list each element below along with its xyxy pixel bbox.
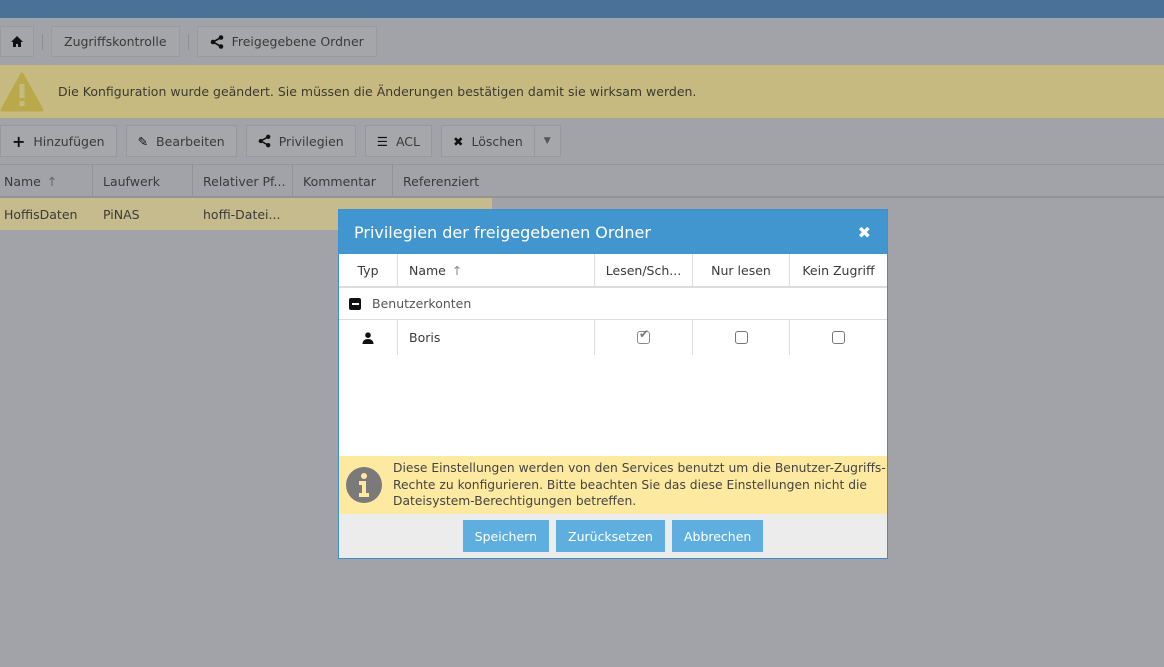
column-typ[interactable]: Typ xyxy=(339,254,398,286)
collapse-icon[interactable] xyxy=(349,297,361,310)
home-button[interactable] xyxy=(0,26,34,57)
x-icon: ✖ xyxy=(452,133,464,149)
group-label: Benutzerkonten xyxy=(372,296,472,311)
cell-path: hoffi-Datei... xyxy=(203,206,281,222)
banner-text: Die Konfiguration wurde geändert. Sie mü… xyxy=(58,84,697,99)
column-label: Laufwerk xyxy=(103,173,161,189)
pencil-icon: ✎ xyxy=(137,133,149,149)
cell-drive: PiNAS xyxy=(103,206,140,222)
column-no-access[interactable]: Kein Zugriff xyxy=(790,254,887,286)
sort-asc-icon: ↑ xyxy=(451,262,463,278)
column-label: Name xyxy=(409,262,446,278)
add-label: Hinzufügen xyxy=(33,133,105,149)
acl-button[interactable]: ☰ ACL xyxy=(364,125,432,157)
edit-label: Bearbeiten xyxy=(156,133,225,149)
column-label: Referenziert xyxy=(403,173,480,189)
divider xyxy=(42,33,43,50)
caret-down-icon: ▼ xyxy=(543,136,551,146)
save-button[interactable]: Speichern xyxy=(462,520,550,552)
reset-button[interactable]: Zurücksetzen xyxy=(556,520,665,552)
dialog-title: Privilegien der freigegebenen Ordner xyxy=(354,222,651,242)
breadcrumb-label: Zugriffskontrolle xyxy=(64,34,167,49)
privileges-table-header: Typ Name ↑ Lesen/Sch... Nur lesen Kein Zu… xyxy=(339,254,887,288)
sort-asc-icon: ↑ xyxy=(46,173,58,189)
user-icon xyxy=(362,331,374,344)
column-label: Name xyxy=(4,173,41,189)
delete-label: Löschen xyxy=(471,133,523,149)
group-row[interactable]: Benutzerkonten xyxy=(339,288,887,320)
column-label: Lesen/Sch... xyxy=(605,262,682,278)
config-changed-banner: Die Konfiguration wurde geändert. Sie mü… xyxy=(0,65,1164,118)
info-text: Diese Einstellungen werden von den Servi… xyxy=(393,461,886,509)
column-label: Nur lesen xyxy=(711,262,771,278)
column-name[interactable]: Name ↑ xyxy=(398,254,595,286)
read-only-checkbox[interactable] xyxy=(693,320,790,355)
add-button[interactable]: + Hinzufügen xyxy=(0,125,117,157)
breadcrumb-zugriffskontrolle[interactable]: Zugriffskontrolle xyxy=(51,26,180,57)
column-read-write[interactable]: Lesen/Sch... xyxy=(595,254,693,286)
plus-icon: + xyxy=(12,131,26,151)
privileges-dialog: Privilegien der freigegebenen Ordner ✖ Ty… xyxy=(338,209,888,559)
grid-header: Name ↑ Laufwerk Relativer Pf... Kommentar… xyxy=(0,164,1164,198)
edit-button[interactable]: ✎ Bearbeiten xyxy=(125,125,237,157)
home-icon xyxy=(11,36,23,47)
privileges-button[interactable]: Privilegien xyxy=(245,125,356,157)
delete-dropdown-button[interactable]: ▼ xyxy=(534,125,561,157)
user-type-cell xyxy=(339,320,398,355)
column-laufwerk[interactable]: Laufwerk xyxy=(93,165,193,197)
column-read-only[interactable]: Nur lesen xyxy=(693,254,790,286)
breadcrumb-label: Freigegebene Ordner xyxy=(231,34,364,49)
column-label: Kein Zugriff xyxy=(802,262,875,278)
check-icon: ✔ xyxy=(639,327,650,341)
cancel-button[interactable]: Abbrechen xyxy=(671,520,764,552)
toolbar: + Hinzufügen ✎ Bearbeiten Privilegien ☰ ACL… xyxy=(0,125,561,157)
no-access-checkbox[interactable] xyxy=(790,320,887,355)
share-icon xyxy=(258,134,271,148)
privileges-label: Privilegien xyxy=(278,133,344,149)
close-icon[interactable]: ✖ xyxy=(858,223,871,242)
breadcrumb: Zugriffskontrolle Freigegebene Ordner xyxy=(0,26,377,57)
column-label: Typ xyxy=(357,262,379,278)
info-icon xyxy=(346,467,382,503)
share-icon xyxy=(210,34,223,49)
list-icon: ☰ xyxy=(376,133,388,149)
dialog-header: Privilegien der freigegebenen Ordner ✖ xyxy=(339,210,887,254)
column-path[interactable]: Relativer Pf... xyxy=(193,165,293,197)
breadcrumb-freigegebene-ordner[interactable]: Freigegebene Ordner xyxy=(196,26,377,57)
column-referenziert[interactable]: Referenziert xyxy=(393,165,493,197)
dialog-footer: Speichern Zurücksetzen Abbrechen xyxy=(339,514,887,558)
acl-label: ACL xyxy=(395,133,420,149)
user-row: Boris ✔ xyxy=(339,320,887,355)
warning-icon xyxy=(0,72,44,111)
delete-button[interactable]: ✖ Löschen xyxy=(440,125,535,157)
user-name: Boris xyxy=(398,320,595,355)
column-label: Relativer Pf... xyxy=(203,173,286,189)
cell-name: HoffisDaten xyxy=(4,206,78,222)
read-write-checkbox[interactable]: ✔ xyxy=(595,320,693,355)
column-label: Kommentar xyxy=(303,173,376,189)
column-kommentar[interactable]: Kommentar xyxy=(293,165,393,197)
info-banner: Diese Einstellungen werden von den Servi… xyxy=(339,456,887,514)
column-name[interactable]: Name ↑ xyxy=(0,165,93,197)
divider xyxy=(187,33,189,50)
top-bar xyxy=(0,0,1164,18)
